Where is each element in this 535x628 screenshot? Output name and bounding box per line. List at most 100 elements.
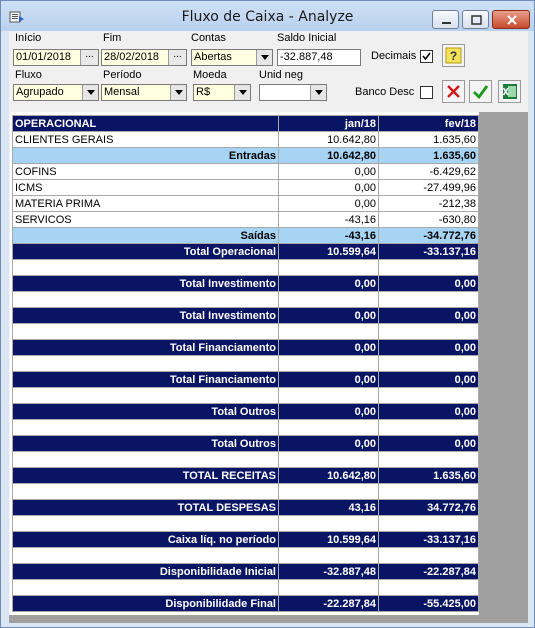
cash-flow-grid[interactable]: OPERACIONAL jan/18 fev/18 CLIENTES GERAI… <box>12 115 479 612</box>
total-row[interactable]: TOTAL DESPESAS 43,16 34.772,76 <box>12 499 479 516</box>
blank-row[interactable] <box>12 419 479 436</box>
blank-row[interactable] <box>12 355 479 372</box>
row-label[interactable] <box>12 547 279 564</box>
table-row[interactable]: ICMS 0,00 -27.499,96 <box>12 179 479 196</box>
row-value[interactable]: 0,00 <box>278 275 379 292</box>
banco-desc-checkbox[interactable] <box>420 86 433 99</box>
row-value[interactable]: -27.499,96 <box>378 179 479 196</box>
periodo-select[interactable]: Mensal <box>101 84 187 101</box>
row-label[interactable]: ICMS <box>12 179 279 196</box>
row-value[interactable] <box>278 355 379 372</box>
row-label[interactable]: Total Investimento <box>12 275 279 292</box>
row-label[interactable] <box>12 355 279 372</box>
row-value[interactable]: 1.635,60 <box>378 467 479 484</box>
blank-row[interactable] <box>12 323 479 340</box>
total-row[interactable]: Disponibilidade Final -22.287,84 -55.425,0… <box>12 595 479 612</box>
confirm-button[interactable] <box>469 80 492 103</box>
blank-row[interactable] <box>12 483 479 500</box>
row-value[interactable]: -34.772,76 <box>378 227 479 244</box>
total-row[interactable]: Total Outros 0,00 0,00 <box>12 435 479 452</box>
row-value[interactable] <box>278 387 379 404</box>
row-value[interactable]: 0,00 <box>278 435 379 452</box>
blank-row[interactable] <box>12 387 479 404</box>
inicio-date-picker-button[interactable]: ... <box>80 50 98 65</box>
table-row[interactable]: COFINS 0,00 -6.429,62 <box>12 163 479 180</box>
close-button[interactable] <box>492 10 530 29</box>
row-label[interactable]: COFINS <box>12 163 279 180</box>
row-value[interactable]: -33.137,16 <box>378 531 479 548</box>
row-value[interactable]: 0,00 <box>278 163 379 180</box>
contas-select[interactable]: Abertas <box>191 49 273 66</box>
blank-row[interactable] <box>12 451 479 468</box>
table-row[interactable]: SERVICOS -43,16 -630,80 <box>12 211 479 228</box>
decimais-checkbox[interactable] <box>420 50 433 63</box>
row-value[interactable] <box>378 323 479 340</box>
row-label[interactable] <box>12 323 279 340</box>
row-value[interactable] <box>378 547 479 564</box>
grid-column-header-fev[interactable]: fev/18 <box>378 115 479 132</box>
subtotal-row[interactable]: Saídas -43,16 -34.772,76 <box>12 227 479 244</box>
total-row[interactable]: Total Financiamento 0,00 0,00 <box>12 339 479 356</box>
row-value[interactable] <box>378 259 479 276</box>
row-label[interactable]: Total Outros <box>12 435 279 452</box>
row-label[interactable]: Total Investimento <box>12 307 279 324</box>
row-value[interactable] <box>378 419 479 436</box>
row-value[interactable] <box>278 291 379 308</box>
chevron-down-icon[interactable] <box>256 50 272 65</box>
row-label[interactable]: Entradas <box>12 147 279 164</box>
row-value[interactable] <box>278 515 379 532</box>
row-value[interactable] <box>378 515 479 532</box>
row-label[interactable] <box>12 419 279 436</box>
row-value[interactable]: -630,80 <box>378 211 479 228</box>
row-label[interactable]: Saídas <box>12 227 279 244</box>
row-label[interactable]: TOTAL DESPESAS <box>12 499 279 516</box>
row-value[interactable]: 0,00 <box>378 275 479 292</box>
saldo-inicial-input[interactable]: -32.887,48 <box>277 49 361 66</box>
blank-row[interactable] <box>12 259 479 276</box>
table-row[interactable]: MATERIA PRIMA 0,00 -212,38 <box>12 195 479 212</box>
row-label[interactable]: Total Outros <box>12 403 279 420</box>
row-value[interactable]: 0,00 <box>278 403 379 420</box>
row-value[interactable] <box>278 579 379 596</box>
row-value[interactable] <box>278 483 379 500</box>
row-value[interactable]: 10.599,64 <box>278 243 379 260</box>
total-row[interactable]: Total Investimento 0,00 0,00 <box>12 307 479 324</box>
row-value[interactable]: 0,00 <box>278 307 379 324</box>
cancel-button[interactable] <box>442 80 465 103</box>
row-label[interactable]: CLIENTES GERAIS <box>12 131 279 148</box>
maximize-button[interactable] <box>462 10 489 29</box>
row-label[interactable] <box>12 387 279 404</box>
row-value[interactable]: -6.429,62 <box>378 163 479 180</box>
row-value[interactable] <box>378 355 479 372</box>
blank-row[interactable] <box>12 547 479 564</box>
title-bar[interactable]: Fluxo de Caixa - Analyze <box>1 1 534 31</box>
row-value[interactable]: 0,00 <box>278 195 379 212</box>
row-value[interactable] <box>278 259 379 276</box>
chevron-down-icon[interactable] <box>234 85 250 100</box>
row-value[interactable]: -22.287,84 <box>278 595 379 612</box>
chevron-down-icon[interactable] <box>310 85 326 100</box>
row-value[interactable]: 0,00 <box>378 403 479 420</box>
row-value[interactable]: 0,00 <box>378 435 479 452</box>
blank-row[interactable] <box>12 515 479 532</box>
row-value[interactable]: 34.772,76 <box>378 499 479 516</box>
unid-neg-select[interactable] <box>259 84 327 101</box>
row-value[interactable] <box>278 419 379 436</box>
fluxo-select[interactable]: Agrupado <box>13 84 99 101</box>
help-button[interactable]: ? <box>442 44 465 67</box>
minimize-button[interactable] <box>432 10 459 29</box>
row-value[interactable]: 1.635,60 <box>378 131 479 148</box>
row-value[interactable]: 1.635,60 <box>378 147 479 164</box>
fim-date-picker-button[interactable]: ... <box>168 50 186 65</box>
row-value[interactable]: -212,38 <box>378 195 479 212</box>
row-label[interactable]: Disponibilidade Final <box>12 595 279 612</box>
total-row[interactable]: Disponibilidade Inicial -32.887,48 -22.287… <box>12 563 479 580</box>
total-row[interactable]: Total Operacional 10.599,64 -33.137,16 <box>12 243 479 260</box>
subtotal-row[interactable]: Entradas 10.642,80 1.635,60 <box>12 147 479 164</box>
row-value[interactable]: 0,00 <box>278 371 379 388</box>
blank-row[interactable] <box>12 579 479 596</box>
row-label[interactable] <box>12 483 279 500</box>
row-value[interactable] <box>378 451 479 468</box>
row-value[interactable] <box>278 323 379 340</box>
row-label[interactable]: SERVICOS <box>12 211 279 228</box>
